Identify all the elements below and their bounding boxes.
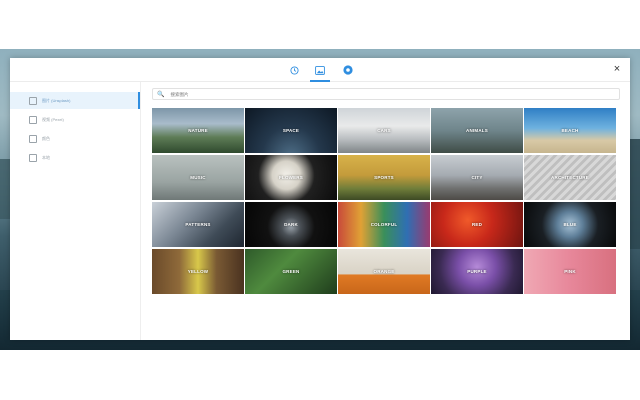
sidebar-item-label: 视频 (Pexel) <box>42 116 64 122</box>
color-icon <box>29 134 37 143</box>
search-icon: 🔍 <box>157 91 165 98</box>
screenshot-stage: × 图片 (Unsplash) 视频 (Pexel) 颜色 本地 🔍 搜索图片 … <box>0 0 640 400</box>
category-tile-nature[interactable]: NATURE <box>152 108 244 153</box>
sidebar-item-unsplash[interactable]: 图片 (Unsplash) <box>10 92 140 109</box>
category-label: SPACE <box>282 128 300 133</box>
category-tile-cars[interactable]: CARS <box>338 108 430 153</box>
search-input[interactable] <box>170 91 471 97</box>
category-label: RED <box>471 222 483 227</box>
close-icon: × <box>613 63 621 75</box>
sidebar-item-local[interactable]: 本地 <box>10 149 140 166</box>
category-label: FLOWERS <box>279 175 303 180</box>
category-tile-space[interactable]: SPACE <box>245 108 337 153</box>
category-tile-flowers[interactable]: FLOWERS <box>245 155 337 200</box>
local-icon <box>29 153 37 162</box>
category-label: GREEN <box>282 269 300 274</box>
category-tile-purple[interactable]: PURPLE <box>431 249 523 294</box>
category-label: MUSIC <box>190 175 206 180</box>
category-tile-green[interactable]: GREEN <box>245 249 337 294</box>
category-label: PINK <box>564 269 576 274</box>
category-label: SPORTS <box>374 175 394 180</box>
category-label: PURPLE <box>467 269 487 274</box>
sidebar-item-colors[interactable]: 颜色 <box>10 130 140 147</box>
category-label: YELLOW <box>187 269 209 274</box>
category-label: COLORFUL <box>370 222 398 227</box>
category-label: CARS <box>377 128 391 133</box>
category-tile-dark[interactable]: DARK <box>245 202 337 247</box>
category-label: ANIMALS <box>466 128 488 133</box>
category-tile-pink[interactable]: PINK <box>524 249 616 294</box>
category-tile-patterns[interactable]: PATTERNS <box>152 202 244 247</box>
sidebar-item-label: 颜色 <box>42 135 50 141</box>
settings-icon <box>343 65 353 75</box>
sidebar-item-label: 本地 <box>42 154 50 160</box>
category-tile-yellow[interactable]: YELLOW <box>152 249 244 294</box>
category-label: PATTERNS <box>185 222 211 227</box>
sidebar-item-pexel[interactable]: 视频 (Pexel) <box>10 111 140 128</box>
tab-history[interactable] <box>287 63 301 77</box>
category-label: DARK <box>284 222 298 227</box>
category-label: BLUE <box>563 222 577 227</box>
sidebar-item-label: 图片 (Unsplash) <box>42 97 71 103</box>
category-tile-music[interactable]: MUSIC <box>152 155 244 200</box>
category-label: CITY <box>471 175 483 180</box>
search-bar: 🔍 <box>152 88 620 100</box>
category-tile-orange[interactable]: ORANGE <box>338 249 430 294</box>
clock-icon <box>289 65 299 75</box>
category-tile-beach[interactable]: BEACH <box>524 108 616 153</box>
tab-settings[interactable] <box>341 63 355 77</box>
video-icon <box>29 115 37 124</box>
category-tile-blue[interactable]: BLUE <box>524 202 616 247</box>
category-label: BEACH <box>561 128 579 133</box>
close-button[interactable]: × <box>611 63 623 75</box>
sidebar: 图片 (Unsplash) 视频 (Pexel) 颜色 本地 <box>10 82 141 340</box>
category-label: ORANGE <box>373 269 395 274</box>
category-grid: NATURE SPACE CARS ANIMALS BEACH MUSIC FLOWERS S… <box>152 108 620 294</box>
category-tile-red[interactable]: RED <box>431 202 523 247</box>
category-label: ARCHITECTURE <box>551 175 589 180</box>
category-tile-colorful[interactable]: COLORFUL <box>338 202 430 247</box>
tab-images[interactable] <box>310 63 330 82</box>
category-tile-architecture[interactable]: ARCHITECTURE <box>524 155 616 200</box>
category-tile-animals[interactable]: ANIMALS <box>431 108 523 153</box>
category-tile-sports[interactable]: SPORTS <box>338 155 430 200</box>
category-label: NATURE <box>188 128 208 133</box>
image-icon <box>315 65 325 75</box>
image-icon <box>29 96 37 105</box>
category-tile-city[interactable]: CITY <box>431 155 523 200</box>
dialog-topbar: × <box>10 58 630 82</box>
